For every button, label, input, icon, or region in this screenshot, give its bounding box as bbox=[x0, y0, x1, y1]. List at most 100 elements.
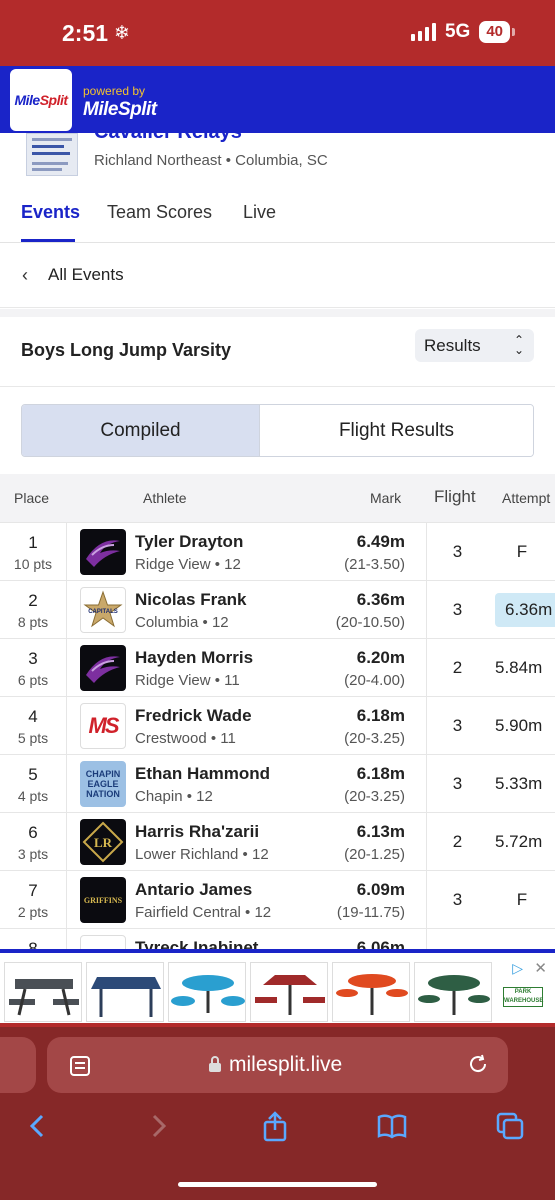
tabs-icon[interactable] bbox=[494, 1110, 526, 1142]
signal-icon bbox=[410, 23, 436, 41]
close-icon[interactable]: ✕ bbox=[534, 959, 547, 977]
attempt-highlight: 6.36m bbox=[495, 593, 555, 627]
athlete-name[interactable]: Harris Rha'zarii bbox=[135, 822, 259, 842]
attempt: 5.72m bbox=[495, 832, 543, 851]
attempt: 5.84m bbox=[495, 658, 543, 677]
athlete-name[interactable]: Fredrick Wade bbox=[135, 706, 252, 726]
mark: 6.13m bbox=[356, 822, 405, 841]
page-menu-icon[interactable] bbox=[69, 1055, 91, 1077]
team-name: Crestwood • 11 bbox=[135, 730, 236, 747]
ad-product-image[interactable] bbox=[4, 962, 82, 1022]
table-row[interactable]: 8 B Tyreck Inabinet 6.06m bbox=[0, 928, 555, 949]
table-row[interactable]: 6 3 pts LR Harris Rha'zarii Lower Richla… bbox=[0, 812, 555, 871]
logo-text: MileSplit bbox=[14, 92, 68, 108]
flight: 3 bbox=[452, 542, 463, 561]
mark: 6.49m bbox=[356, 532, 405, 551]
table-row[interactable]: 7 2 pts GRIFFINS Antario James Fairfield… bbox=[0, 870, 555, 929]
team-logo: B bbox=[80, 935, 126, 949]
table-header: Place Athlete Mark Flight Attempt bbox=[0, 474, 555, 522]
place: 8 bbox=[28, 939, 38, 949]
mark-imperial: (20-10.50) bbox=[335, 614, 405, 631]
crestwood-logo-text: MS bbox=[88, 713, 120, 738]
meet-title[interactable]: Cavalier Relays bbox=[94, 133, 242, 144]
place: 1 bbox=[28, 533, 38, 552]
mark: 6.06m bbox=[356, 938, 405, 949]
chapin-logo-text: CHAPIN EAGLE NATION bbox=[85, 769, 121, 799]
attempt: F bbox=[516, 890, 528, 909]
team-name: Lower Richland • 12 bbox=[135, 846, 269, 863]
ad-product-image[interactable] bbox=[414, 962, 492, 1022]
results-mode-toggle: Compiled Flight Results bbox=[21, 404, 534, 457]
athlete-name[interactable]: Tyler Drayton bbox=[135, 532, 243, 552]
adchoices-icon[interactable]: ▷ bbox=[512, 960, 523, 977]
team-logo: LR bbox=[80, 819, 126, 865]
home-indicator bbox=[178, 1182, 377, 1187]
mark-imperial: (20-1.25) bbox=[344, 846, 405, 863]
athlete-name[interactable]: Antario James bbox=[135, 880, 252, 900]
mark: 6.36m bbox=[356, 590, 405, 609]
tab-team-scores[interactable]: Team Scores bbox=[107, 202, 212, 223]
flight: 3 bbox=[452, 716, 463, 735]
mark-imperial: (21-3.50) bbox=[344, 556, 405, 573]
athlete-name[interactable]: Hayden Morris bbox=[135, 648, 253, 668]
team-logo bbox=[80, 529, 126, 575]
previous-tab-pill[interactable] bbox=[0, 1037, 36, 1093]
table-row[interactable]: 4 5 pts MS Fredrick Wade Crestwood • 11 … bbox=[0, 696, 555, 755]
header-attempt: Attempt bbox=[502, 490, 551, 506]
chevron-left-icon: ‹ bbox=[22, 265, 28, 285]
forward-icon[interactable] bbox=[142, 1110, 174, 1142]
compiled-button[interactable]: Compiled bbox=[22, 405, 260, 456]
share-icon[interactable] bbox=[259, 1110, 291, 1142]
flight: 3 bbox=[452, 774, 463, 793]
fairfield-logo-text: GRIFFINS bbox=[83, 895, 123, 905]
place: 5 bbox=[28, 765, 38, 784]
address-bar[interactable]: milesplit.live bbox=[47, 1037, 508, 1093]
flight: 2 bbox=[452, 832, 463, 851]
tab-live[interactable]: Live bbox=[243, 202, 276, 223]
reload-icon[interactable] bbox=[466, 1052, 490, 1076]
flight: 3 bbox=[452, 600, 463, 619]
battery-icon: 40 bbox=[479, 21, 515, 43]
table-row[interactable]: 1 10 pts Tyler Drayton Ridge View • 12 6… bbox=[0, 522, 555, 581]
table-row[interactable]: 2 8 pts CAPITALS Nicolas Frank Columbia … bbox=[0, 580, 555, 639]
tab-bar: Events Team Scores Live bbox=[0, 183, 555, 243]
team-name: Ridge View • 11 bbox=[135, 672, 240, 689]
ad-product-image[interactable] bbox=[332, 962, 410, 1022]
mark: 6.20m bbox=[356, 648, 405, 667]
points: 4 pts bbox=[17, 788, 49, 804]
browser-chrome: milesplit.live bbox=[0, 1027, 555, 1200]
athlete-name[interactable]: Nicolas Frank bbox=[135, 590, 247, 610]
flight-results-button[interactable]: Flight Results bbox=[260, 405, 533, 456]
points: 3 pts bbox=[17, 846, 49, 862]
table-row[interactable]: 5 4 pts CHAPIN EAGLE NATION Ethan Hammon… bbox=[0, 754, 555, 813]
all-events-link[interactable]: ‹ All Events bbox=[0, 243, 555, 308]
status-time: 2:51 ❄ bbox=[62, 20, 130, 46]
ad-product-image[interactable] bbox=[168, 962, 246, 1022]
select-chevron-icon: ⌃ ⌄ bbox=[513, 333, 524, 357]
ad-product-image[interactable] bbox=[86, 962, 164, 1022]
header-athlete: Athlete bbox=[143, 490, 187, 506]
columbia-logo-text: CAPITALS bbox=[88, 609, 118, 615]
meet-header: Cavalier Relays Richland Northeast • Col… bbox=[0, 133, 555, 183]
mark-imperial: (20-3.25) bbox=[344, 730, 405, 747]
milesplit-logo[interactable]: MileSplit bbox=[10, 69, 72, 131]
brand-bar: MileSplit powered by MileSplit bbox=[0, 66, 555, 133]
results-select[interactable]: Results ⌃ ⌄ bbox=[415, 329, 534, 362]
event-title: Boys Long Jump Varsity bbox=[21, 340, 232, 360]
place: 2 bbox=[28, 591, 38, 610]
tab-events[interactable]: Events bbox=[21, 202, 80, 223]
back-icon[interactable] bbox=[22, 1110, 54, 1142]
snowflake-icon: ❄ bbox=[114, 23, 130, 44]
ad-brand-logo[interactable]: PARK WAREHOUSE bbox=[503, 987, 543, 1007]
header-mark: Mark bbox=[370, 490, 402, 506]
table-row[interactable]: 3 6 pts Hayden Morris Ridge View • 11 6.… bbox=[0, 638, 555, 697]
ad-banner[interactable]: PARK WAREHOUSE ▷ ✕ bbox=[0, 949, 555, 1027]
ad-product-image[interactable] bbox=[250, 962, 328, 1022]
athlete-name[interactable]: Ethan Hammond bbox=[135, 764, 270, 784]
team-logo: GRIFFINS bbox=[80, 877, 126, 923]
bookmarks-icon[interactable] bbox=[376, 1110, 408, 1142]
athlete-name[interactable]: Tyreck Inabinet bbox=[135, 938, 258, 949]
powered-by-label: powered by bbox=[83, 84, 146, 98]
section-divider bbox=[0, 309, 555, 317]
team-name: Columbia • 12 bbox=[135, 614, 229, 631]
